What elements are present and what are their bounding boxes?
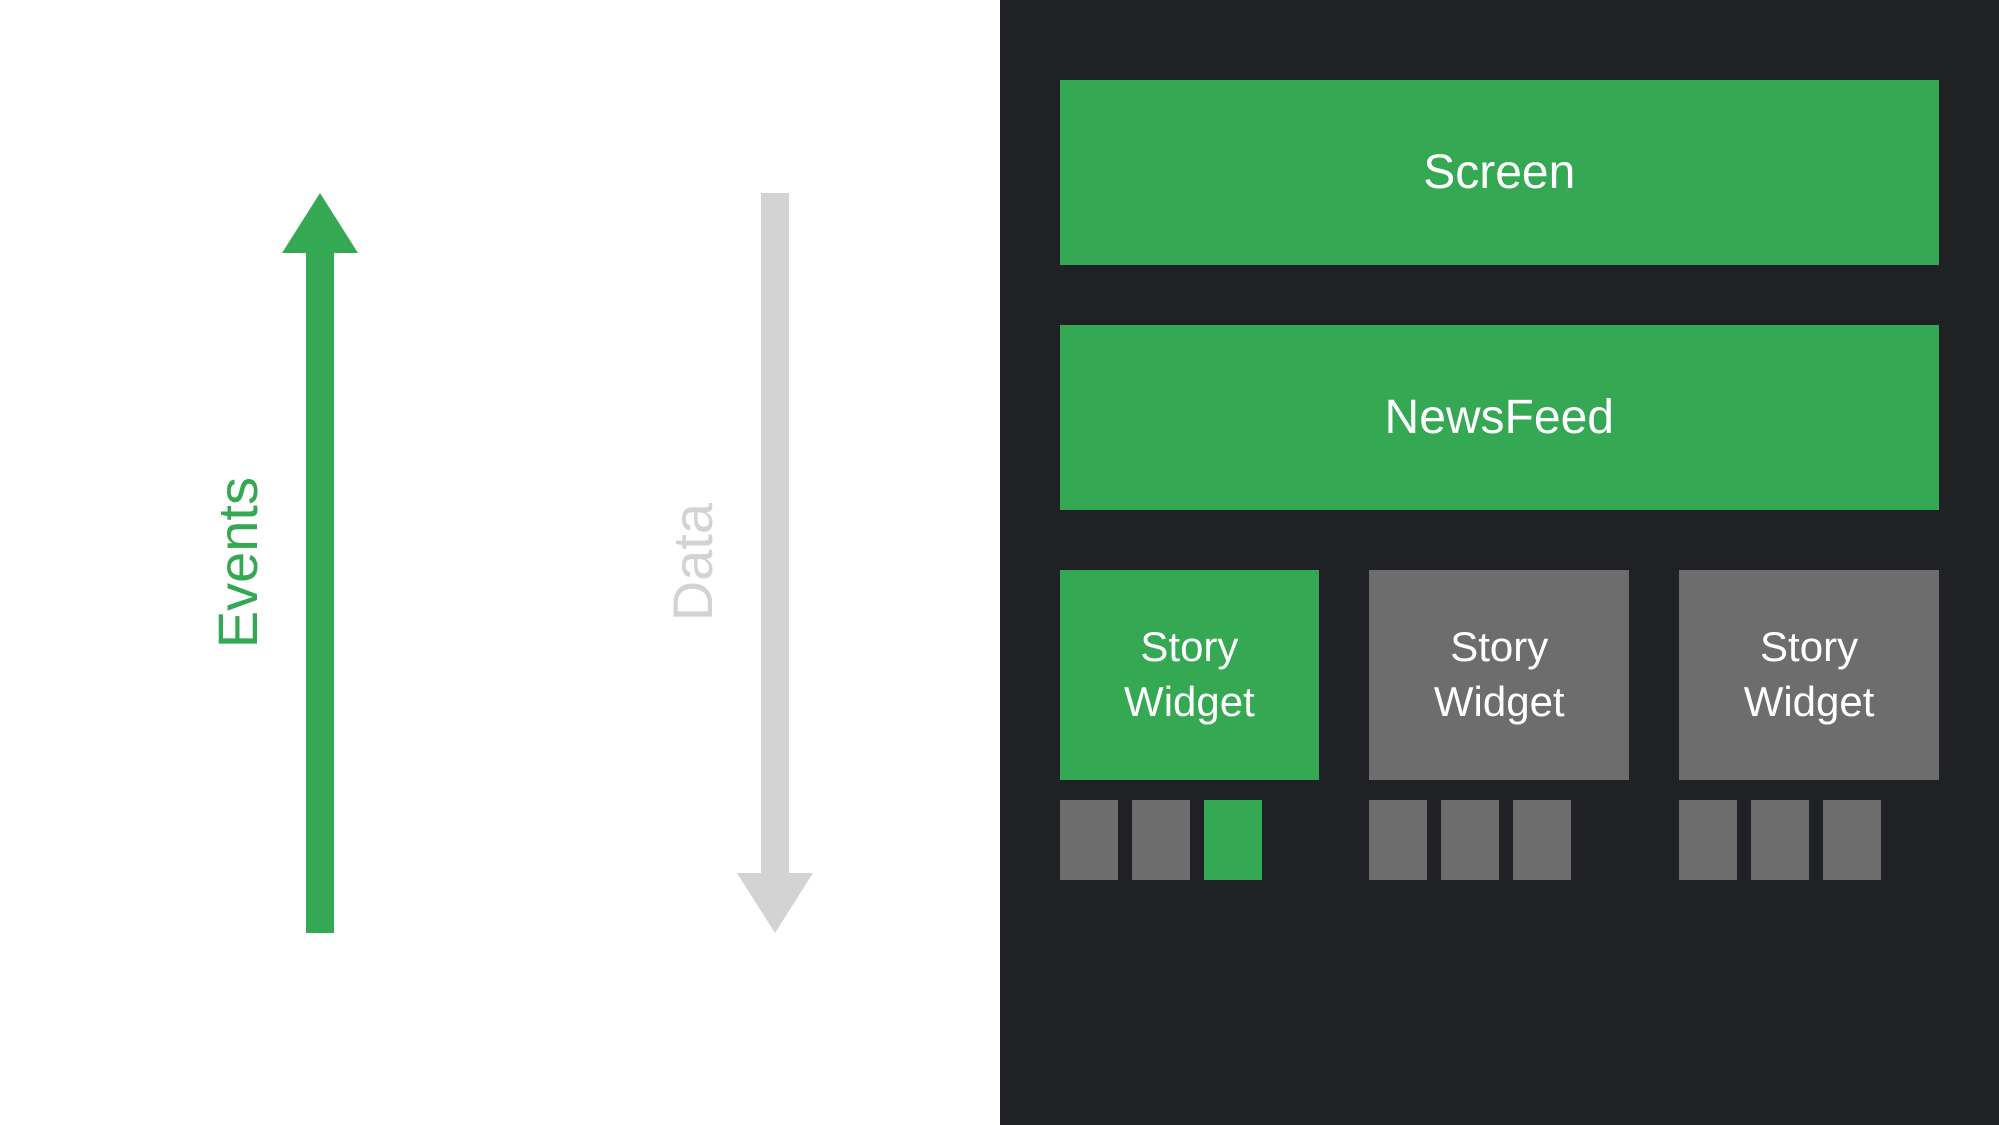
arrows-container: Events Data (205, 193, 795, 933)
small-blocks-row (1060, 800, 1320, 880)
right-panel: Screen NewsFeed StoryWidget StoryWidget (1000, 0, 1999, 1125)
small-block (1679, 800, 1737, 880)
small-block (1441, 800, 1499, 880)
screen-block: Screen (1060, 80, 1940, 265)
data-arrow-group: Data (660, 193, 795, 933)
small-block (1060, 800, 1118, 880)
widgets-row: StoryWidget StoryWidget StoryWidget (1060, 570, 1940, 880)
arrow-up-icon (300, 193, 340, 933)
story-widget-block: StoryWidget (1060, 570, 1320, 780)
small-block (1751, 800, 1809, 880)
small-block (1823, 800, 1881, 880)
widget-label: StoryWidget (1744, 620, 1875, 729)
events-arrow-group: Events (205, 193, 340, 933)
widget-group-3: StoryWidget (1679, 570, 1939, 880)
events-label: Events (205, 477, 270, 648)
left-panel: Events Data (0, 0, 1000, 1125)
newsfeed-label: NewsFeed (1385, 390, 1614, 445)
small-block (1204, 800, 1262, 880)
small-blocks-row (1369, 800, 1629, 880)
data-label: Data (660, 503, 725, 621)
small-block (1369, 800, 1427, 880)
story-widget-block: StoryWidget (1679, 570, 1939, 780)
small-blocks-row (1679, 800, 1939, 880)
widget-group-2: StoryWidget (1369, 570, 1629, 880)
widget-group-1: StoryWidget (1060, 570, 1320, 880)
small-block (1513, 800, 1571, 880)
small-block (1132, 800, 1190, 880)
screen-label: Screen (1423, 145, 1575, 200)
widget-label: StoryWidget (1434, 620, 1565, 729)
newsfeed-block: NewsFeed (1060, 325, 1940, 510)
story-widget-block: StoryWidget (1369, 570, 1629, 780)
arrow-down-icon (755, 193, 795, 933)
widget-label: StoryWidget (1124, 620, 1255, 729)
